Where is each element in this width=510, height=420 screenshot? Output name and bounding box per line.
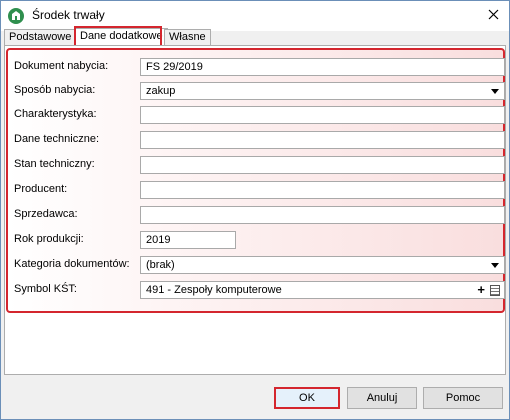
dokument-nabycia-input[interactable]: FS 29/2019 — [140, 58, 505, 76]
label-stan-techniczny: Stan techniczny: — [14, 158, 95, 170]
tab-podstawowe[interactable]: Podstawowe — [4, 29, 77, 46]
stan-techniczny-input[interactable] — [140, 156, 505, 174]
row-charakterystyka: Charakterystyka: — [14, 106, 505, 124]
form-panel: Dokument nabycia: FS 29/2019 Sposób naby… — [6, 48, 505, 313]
rok-produkcji-input[interactable]: 2019 — [140, 231, 236, 249]
label-producent: Producent: — [14, 183, 68, 195]
symbol-kst-field[interactable]: 491 - Zespoły komputerowe + — [140, 281, 505, 299]
tab-strip: Podstawowe Dane dodatkowe Własne — [4, 28, 508, 46]
window-title: Środek trwały — [32, 8, 105, 22]
tab-wlasne[interactable]: Własne — [164, 29, 211, 46]
help-button[interactable]: Pomoc — [423, 387, 503, 409]
label-sprzedawca: Sprzedawca: — [14, 208, 78, 220]
row-sposob-nabycia: Sposób nabycia: zakup — [14, 82, 505, 100]
row-kategoria-dokumentow: Kategoria dokumentów: (brak) — [14, 256, 505, 274]
app-icon — [8, 8, 24, 24]
list-icon[interactable] — [490, 285, 500, 296]
row-producent: Producent: — [14, 181, 505, 199]
ok-button[interactable]: OK — [274, 387, 340, 409]
tab-dane-dodatkowe[interactable]: Dane dodatkowe — [75, 28, 168, 46]
close-button[interactable] — [479, 3, 507, 29]
kategoria-dokumentow-select[interactable]: (brak) — [140, 256, 505, 274]
label-rok-produkcji: Rok produkcji: — [14, 233, 84, 245]
sposob-nabycia-select[interactable]: zakup — [140, 82, 505, 100]
dane-techniczne-input[interactable] — [140, 131, 505, 149]
row-dane-techniczne: Dane techniczne: — [14, 131, 505, 149]
cancel-button[interactable]: Anuluj — [347, 387, 417, 409]
row-symbol-kst: Symbol KŚT: 491 - Zespoły komputerowe + — [14, 281, 505, 299]
row-rok-produkcji: Rok produkcji: 2019 — [14, 231, 504, 249]
dropdown-arrow-icon — [491, 263, 499, 268]
sposob-nabycia-value: zakup — [146, 85, 176, 97]
button-bar: OK Anuluj Pomoc — [1, 377, 509, 419]
dialog-window: Środek trwały Podstawowe Dane dodatkowe … — [0, 0, 510, 420]
close-icon — [488, 9, 499, 23]
label-sposob-nabycia: Sposób nabycia: — [14, 84, 96, 96]
symbol-kst-value: 491 - Zespoły komputerowe — [146, 284, 282, 296]
sprzedawca-input[interactable] — [140, 206, 505, 224]
label-dane-techniczne: Dane techniczne: — [14, 133, 99, 145]
add-icon[interactable]: + — [477, 283, 485, 297]
producent-input[interactable] — [140, 181, 505, 199]
charakterystyka-input[interactable] — [140, 106, 505, 124]
row-dokument-nabycia: Dokument nabycia: FS 29/2019 — [14, 58, 505, 76]
kategoria-dokumentow-value: (brak) — [146, 259, 175, 271]
dropdown-arrow-icon — [491, 89, 499, 94]
label-charakterystyka: Charakterystyka: — [14, 108, 97, 120]
label-dokument-nabycia: Dokument nabycia: — [14, 60, 109, 72]
label-kategoria-dokumentow: Kategoria dokumentów: — [14, 258, 130, 270]
label-symbol-kst: Symbol KŚT: — [14, 283, 77, 295]
title-bar: Środek trwały — [1, 1, 509, 31]
row-sprzedawca: Sprzedawca: — [14, 206, 505, 224]
row-stan-techniczny: Stan techniczny: — [14, 156, 505, 174]
